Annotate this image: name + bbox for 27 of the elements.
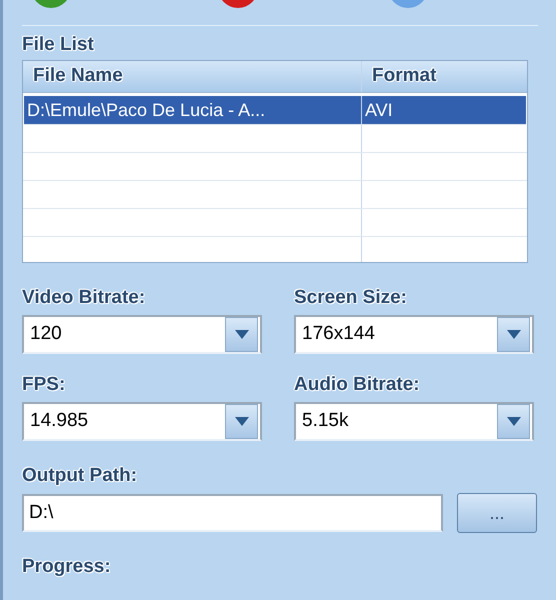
column-header[interactable]: Format — [372, 62, 436, 91]
section-label: Progress: — [22, 555, 111, 579]
dropdown-field[interactable]: 14.985 — [22, 402, 262, 441]
dropdown-field[interactable]: 120 — [22, 315, 262, 354]
caret-icon — [506, 417, 520, 426]
field-label: Output Path: — [22, 465, 138, 487]
caret-icon — [234, 330, 248, 339]
field-label: Screen Size: — [294, 287, 407, 309]
table-cell-text: AVI — [365, 98, 393, 122]
file-list-table[interactable]: File Name Format D:\Emule\Paco De Lucia - A... AVI — [22, 60, 528, 263]
column-header[interactable]: File Name — [33, 62, 123, 91]
dropdown-field[interactable]: 176x144 — [294, 315, 534, 354]
browse-button[interactable]: ... — [457, 493, 537, 533]
dropdown-button[interactable] — [497, 404, 530, 439]
field-label: Video Bitrate: — [22, 287, 146, 309]
dropdown-button[interactable] — [497, 317, 530, 352]
dropdown-button[interactable] — [225, 404, 258, 439]
caret-icon — [234, 417, 248, 426]
file-row[interactable]: D:\Emule\Paco De Lucia - A... AVI — [24, 96, 526, 125]
field-label: FPS: — [22, 374, 66, 396]
caret-icon — [506, 330, 520, 339]
output-path-field[interactable]: D:\ — [22, 494, 443, 532]
table-cell-text: D:\Emule\Paco De Lucia - A... — [27, 98, 266, 122]
dropdown-field[interactable]: 5.15k — [294, 402, 534, 441]
dropdown-button[interactable] — [225, 317, 258, 352]
field-label: Audio Bitrate: — [294, 374, 420, 396]
section-label: File List — [22, 33, 94, 57]
